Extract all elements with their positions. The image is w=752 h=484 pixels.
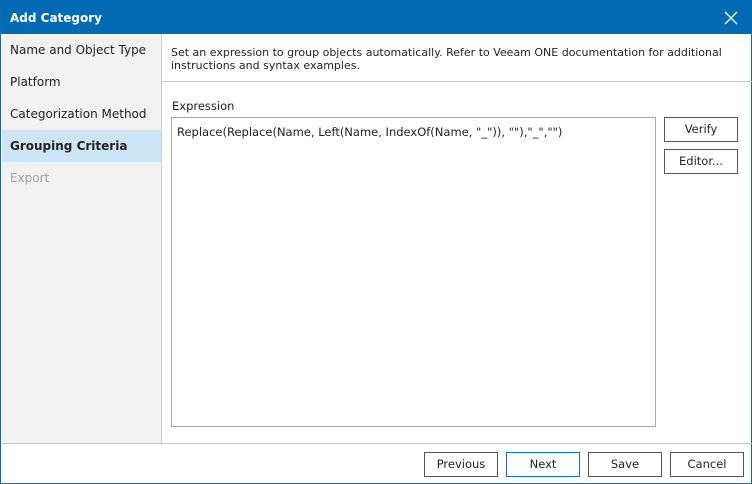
previous-button[interactable]: Previous	[424, 452, 498, 477]
divider	[2, 443, 163, 444]
cancel-button[interactable]: Cancel	[670, 452, 744, 477]
step-description: Set an expression to group objects autom…	[171, 46, 722, 72]
close-icon[interactable]	[723, 10, 739, 26]
divider	[163, 443, 752, 444]
wizard-steps: Name and Object Type Platform Categoriza…	[2, 34, 162, 443]
expression-input[interactable]: Replace(Replace(Name, Left(Name, IndexOf…	[171, 117, 656, 427]
step-name-and-object-type[interactable]: Name and Object Type	[2, 34, 161, 66]
step-export: Export	[10, 171, 50, 185]
step-platform[interactable]: Platform	[2, 66, 161, 98]
step-grouping-criteria[interactable]: Grouping Criteria	[2, 130, 161, 162]
save-button[interactable]: Save	[588, 452, 662, 477]
expression-label: Expression	[172, 99, 235, 113]
add-category-dialog: Add Category Name and Object Type Platfo…	[0, 0, 752, 484]
divider	[163, 81, 752, 82]
dialog-title: Add Category	[10, 11, 102, 25]
title-bar: Add Category	[1, 1, 752, 34]
verify-button[interactable]: Verify	[664, 117, 738, 142]
editor-button[interactable]: Editor...	[664, 149, 738, 174]
step-categorization-method[interactable]: Categorization Method	[2, 98, 161, 130]
next-button[interactable]: Next	[506, 452, 580, 477]
